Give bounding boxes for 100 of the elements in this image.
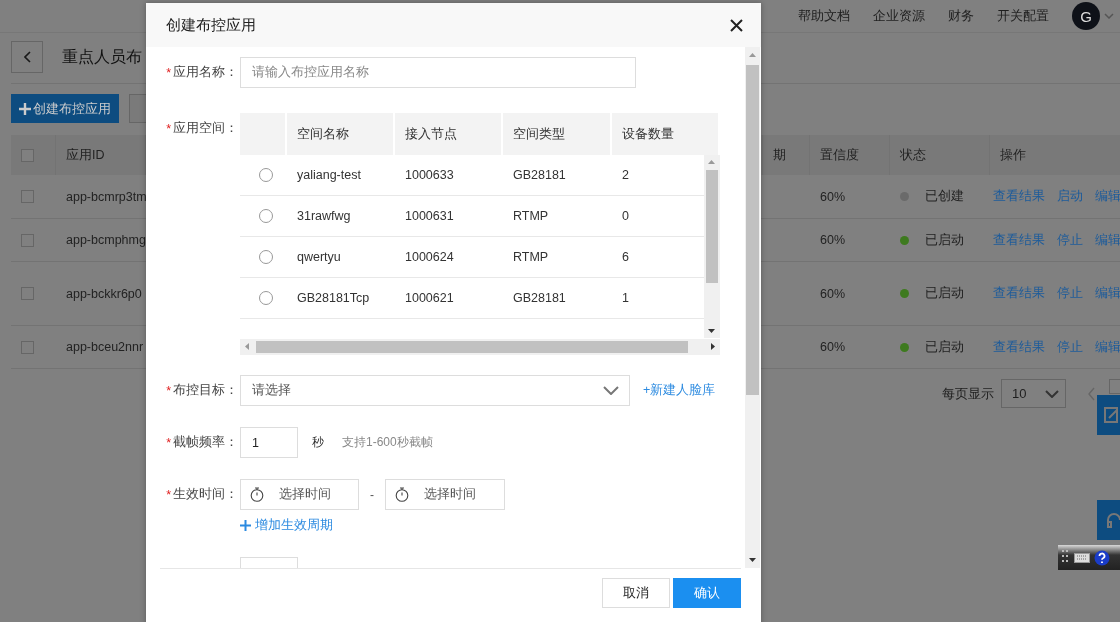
column-header: 空间类型 (503, 113, 612, 155)
vertical-scrollbar[interactable] (745, 47, 760, 568)
required-mark: * (166, 435, 171, 450)
checkbox[interactable] (21, 287, 34, 300)
table-cell-text: 1000624 (404, 250, 455, 264)
table-cell-text: GB28181Tcp (296, 291, 371, 305)
table-cell-text: qwertyu (296, 250, 342, 264)
radio-button[interactable] (259, 291, 273, 305)
table-cell: app-bcmphmg (66, 233, 146, 247)
input-field[interactable]: 请输入布控应用名称 (240, 57, 636, 88)
select-field[interactable]: 请选择 (240, 375, 630, 406)
arrow-up-icon[interactable] (708, 160, 715, 164)
table-cell-text: 1000631 (404, 209, 455, 223)
create-button[interactable]: 创建布控应用 (11, 94, 119, 123)
nav-link[interactable]: 财务 (948, 7, 974, 25)
table-cell-text: 0 (621, 209, 630, 223)
required-mark: * (166, 121, 171, 136)
toolbar-button[interactable] (129, 94, 146, 123)
chevron-left-icon[interactable] (23, 51, 31, 63)
plus-icon (19, 102, 31, 115)
field-label: 应用空间： (173, 120, 238, 137)
unit-label: 秒 (312, 434, 324, 451)
table-cell: app-bcmrp3tm (66, 189, 146, 204)
table-cell-text: GB28181 (512, 168, 567, 182)
stopwatch-icon[interactable] (395, 487, 409, 502)
page-size-label: 每页显示 (942, 386, 994, 403)
radio-button[interactable] (259, 250, 273, 264)
nav-link[interactable]: 开关配置 (997, 7, 1049, 25)
table-cell-text: 31rawfwg (296, 209, 352, 223)
column-header: 期 (763, 135, 810, 175)
radio-button[interactable] (259, 209, 273, 223)
table-cell-text: RTMP (512, 250, 550, 264)
required-mark: * (166, 383, 171, 398)
status-text: 已启动 (925, 338, 964, 356)
help-icon[interactable] (1094, 549, 1110, 566)
chevron-down-icon[interactable] (1104, 13, 1114, 19)
cancel-button[interactable]: 取消 (602, 578, 670, 608)
page-button[interactable] (1109, 379, 1120, 394)
chevron-down-icon (603, 386, 619, 395)
radio-button[interactable] (259, 168, 273, 182)
horizontal-scrollbar[interactable] (240, 339, 720, 355)
edit-float-button[interactable] (1097, 395, 1120, 435)
edit-icon (1104, 407, 1120, 423)
arrow-down-icon[interactable] (708, 329, 715, 333)
checkbox[interactable] (21, 233, 34, 247)
table-cell-text: yaliang-test (296, 168, 362, 182)
arrow-up-icon[interactable] (749, 53, 756, 57)
status-text: 已启动 (925, 231, 964, 249)
table-cell-text: 1000621 (404, 291, 455, 305)
table-cell: 60% (820, 286, 846, 301)
column-header: 置信度 (810, 135, 890, 175)
vertical-scrollbar[interactable] (704, 155, 720, 338)
table-cell: app-bceu2nnr (66, 340, 144, 354)
column-header: 接入节点 (395, 113, 503, 155)
field-label: 截帧频率： (173, 434, 238, 451)
checkbox[interactable] (21, 148, 34, 162)
column-header: 状态 (890, 135, 990, 175)
table-cell: 60% (820, 189, 846, 204)
close-icon[interactable] (730, 18, 743, 32)
column-header: 操作 (990, 135, 1120, 175)
column-header: 设备数量 (612, 113, 720, 155)
required-mark: * (166, 487, 171, 502)
chevron-down-icon (1045, 389, 1059, 398)
arrow-right-icon[interactable] (711, 343, 715, 350)
add-period-link[interactable]: 增加生效周期 (240, 517, 505, 534)
status-text: 已创建 (925, 188, 964, 205)
table-cell-text: 1 (621, 291, 630, 305)
headset-icon (1106, 512, 1120, 528)
back-button[interactable] (11, 41, 43, 73)
nav-link[interactable]: 帮助文档 (798, 7, 850, 25)
dialog-title: 创建布控应用 (166, 15, 256, 35)
time-field[interactable]: 选择时间 (240, 479, 359, 510)
user-avatar[interactable]: G (1072, 2, 1100, 30)
separator-text: - (370, 487, 374, 502)
table-cell-text: 2 (621, 168, 630, 182)
table-cell: 60% (820, 233, 846, 247)
table-cell: app-bckkr6p0 (66, 286, 142, 301)
arrow-down-icon[interactable] (749, 558, 756, 562)
new-face-library-link[interactable]: +新建人脸库 (643, 382, 716, 399)
required-mark: * (166, 65, 171, 80)
input-field[interactable]: 1 (240, 427, 298, 458)
keyboard-icon[interactable] (1074, 552, 1090, 563)
headset-float-button[interactable] (1097, 500, 1120, 540)
confirm-button[interactable]: 确认 (673, 578, 741, 608)
stopwatch-icon[interactable] (250, 487, 264, 502)
status-text: 已启动 (925, 285, 964, 302)
checkbox[interactable] (21, 340, 34, 354)
arrow-left-icon[interactable] (245, 343, 249, 350)
nav-link[interactable]: 企业资源 (873, 7, 925, 25)
table-cell-text: RTMP (512, 209, 550, 223)
checkbox[interactable] (21, 190, 34, 203)
field-label: 应用名称： (173, 64, 238, 81)
column-header: 空间名称 (287, 113, 395, 155)
page-size-select[interactable]: 10 (1001, 379, 1066, 408)
plus-icon (240, 520, 251, 531)
table-cell-text: 6 (621, 250, 630, 264)
field-label: 生效时间： (173, 486, 238, 503)
time-field[interactable]: 选择时间 (385, 479, 505, 510)
hint-text: 支持1-600秒截帧 (342, 434, 433, 451)
table-cell-text: 1000633 (404, 168, 455, 182)
